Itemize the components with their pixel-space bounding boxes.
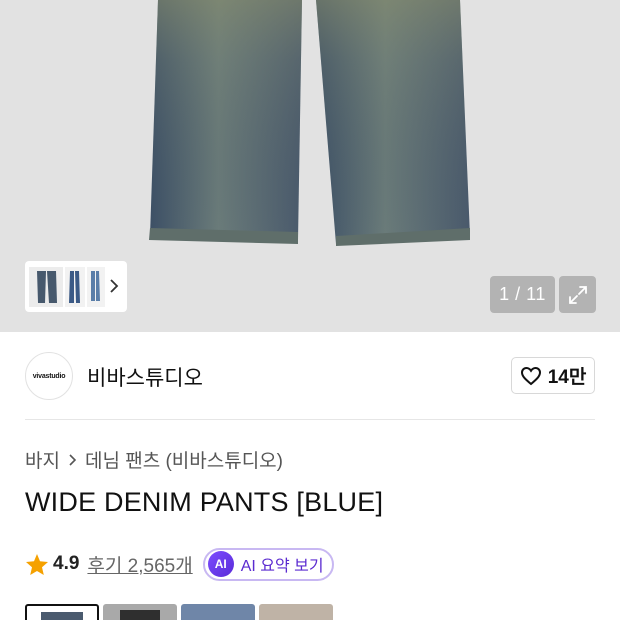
like-button[interactable]: 14만 bbox=[511, 357, 595, 394]
rating-value: 4.9 bbox=[53, 553, 80, 574]
chevron-right-icon[interactable] bbox=[109, 278, 119, 294]
expand-icon bbox=[568, 285, 587, 304]
rating-row: 4.9 후기 2,565개 AI AI 요약 보기 bbox=[25, 547, 334, 581]
breadcrumb: 바지 데님 팬츠 (비바스튜디오) bbox=[25, 446, 283, 473]
product-title: WIDE DENIM PANTS [BLUE] bbox=[25, 487, 384, 517]
review-count-link[interactable]: 후기 2,565개 bbox=[87, 551, 192, 578]
expand-button[interactable] bbox=[559, 276, 596, 313]
color-option[interactable] bbox=[259, 604, 333, 620]
chevron-right-icon bbox=[69, 453, 77, 466]
product-image[interactable]: 1 / 11 bbox=[0, 0, 620, 332]
heart-outline-icon bbox=[520, 366, 541, 385]
divider bbox=[25, 419, 595, 420]
color-option[interactable] bbox=[103, 604, 177, 620]
ai-summary-label: AI 요약 보기 bbox=[240, 558, 324, 575]
breadcrumb-item-category[interactable]: 바지 bbox=[25, 446, 60, 473]
breadcrumb-item-subcategory[interactable]: 데님 팬츠 (비바스튜디오) bbox=[85, 446, 283, 473]
like-count: 14만 bbox=[547, 367, 587, 388]
color-options bbox=[25, 604, 333, 620]
ai-summary-button[interactable]: AI AI 요약 보기 bbox=[202, 547, 334, 581]
thumbnail-jeans bbox=[29, 266, 105, 307]
color-option[interactable] bbox=[181, 604, 255, 620]
brand-logo[interactable]: vivastudio bbox=[25, 352, 73, 400]
star-icon bbox=[26, 553, 48, 575]
ai-icon: AI bbox=[207, 551, 234, 577]
thumbnail-strip[interactable] bbox=[25, 261, 127, 312]
color-option-blue[interactable] bbox=[25, 604, 99, 620]
brand-name[interactable]: 비바스튜디오 bbox=[87, 362, 203, 392]
image-counter: 1 / 11 bbox=[490, 276, 555, 313]
brand-logo-text: vivastudio bbox=[32, 372, 66, 380]
